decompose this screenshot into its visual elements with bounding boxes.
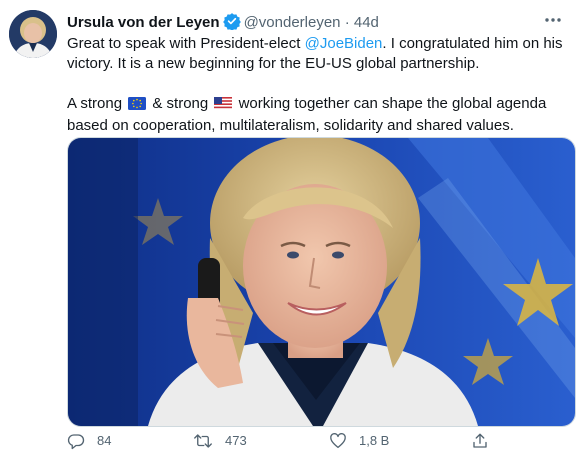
mention-link[interactable]: @JoeBiden	[305, 35, 383, 52]
tweet-photo[interactable]	[67, 137, 576, 427]
tweet-text-segment: A strong	[67, 95, 127, 112]
retweet-count: 473	[225, 433, 247, 448]
reply-count: 84	[97, 433, 112, 448]
tweet-header: Ursula von der Leyen @vonderleyen · 44d	[67, 12, 566, 32]
author-handle[interactable]: @vonderleyen	[244, 14, 341, 31]
tweet-paragraph-1: Great to speak with President-elect @Joe…	[67, 34, 567, 74]
retweet-icon	[193, 432, 213, 450]
more-options-icon[interactable]	[542, 10, 564, 30]
us-flag-icon	[214, 96, 233, 116]
retweet-button[interactable]: 473	[193, 431, 247, 451]
avatar[interactable]	[9, 10, 57, 58]
tweet-timestamp[interactable]: 44d	[354, 14, 379, 31]
header-separator: ·	[344, 14, 350, 31]
reply-button[interactable]: 84	[67, 431, 111, 451]
tweet[interactable]: Ursula von der Leyen @vonderleyen · 44d G…	[0, 0, 578, 457]
tweet-actions: 84 473 1,8 B	[67, 431, 567, 451]
reply-icon	[67, 432, 85, 450]
like-icon	[329, 432, 347, 450]
tweet-text: Great to speak with President-elect @Joe…	[67, 34, 567, 136]
author-name[interactable]: Ursula von der Leyen	[67, 14, 220, 31]
like-button[interactable]: 1,8 B	[329, 431, 389, 451]
eu-flag-icon	[128, 96, 147, 116]
tweet-text-segment: Great to speak with President-elect	[67, 35, 305, 52]
share-button[interactable]	[471, 431, 489, 451]
tweet-text-segment: & strong	[148, 95, 213, 112]
share-icon	[471, 432, 489, 450]
verified-badge-icon	[222, 12, 241, 36]
like-count: 1,8 B	[359, 433, 390, 448]
tweet-paragraph-2: A strong & strong working together can s…	[67, 94, 567, 136]
